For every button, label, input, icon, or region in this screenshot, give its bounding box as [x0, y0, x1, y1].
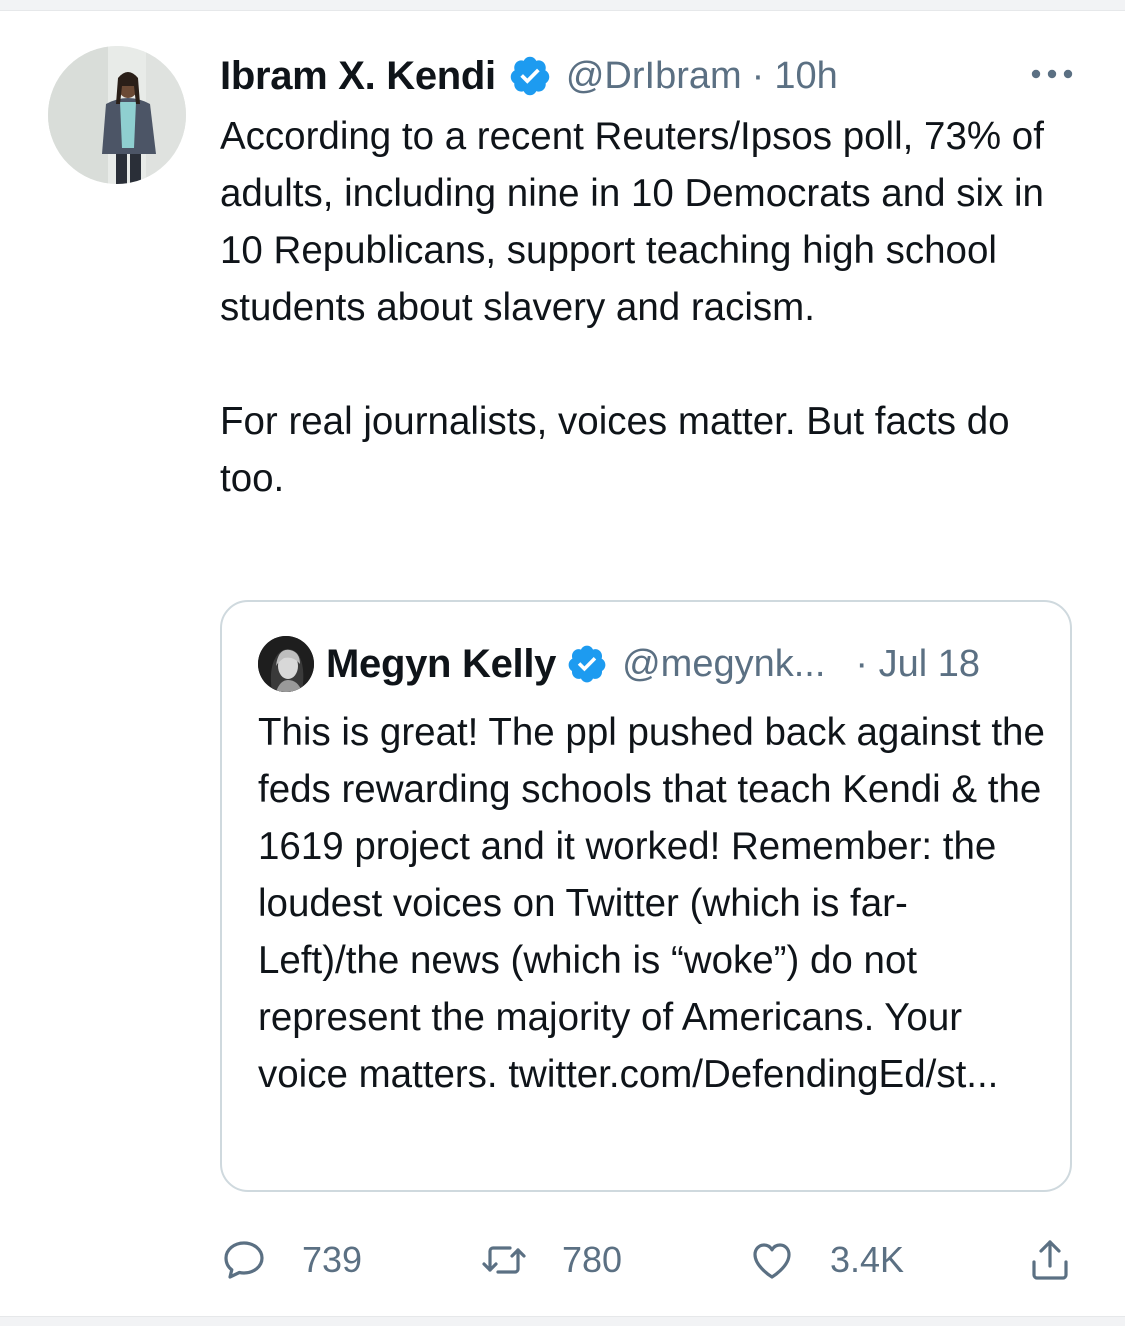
verified-badge-icon — [510, 56, 550, 96]
header-separator: · — [751, 54, 765, 97]
tweet-time[interactable]: 10h — [774, 55, 837, 98]
bottom-divider — [0, 1316, 1125, 1326]
profile-photo — [48, 46, 186, 184]
tweet-header: Ibram X. Kendi @DrIbram · 10h — [220, 48, 838, 104]
quoted-author-name: Megyn Kelly — [326, 641, 557, 686]
more-options-icon[interactable] — [1028, 62, 1076, 86]
quoted-author-avatar — [258, 636, 314, 692]
reply-count: 739 — [302, 1239, 363, 1280]
quoted-tweet-header: Megyn Kelly @megynk... · Jul 18 — [326, 636, 980, 692]
like-count: 3.4K — [830, 1239, 905, 1280]
reply-icon — [224, 1241, 264, 1279]
verified-badge-icon — [568, 645, 606, 683]
share-icon — [1032, 1240, 1068, 1280]
author-name[interactable]: Ibram X. Kendi — [220, 54, 496, 99]
quoted-author-handle: @megynk... — [622, 642, 826, 685]
quoted-profile-photo — [258, 636, 314, 692]
author-avatar[interactable] — [48, 46, 186, 184]
like-button[interactable]: 3.4K — [748, 1232, 904, 1288]
heart-icon — [753, 1243, 791, 1279]
quoted-tweet-text: This is great! The ppl pushed back again… — [258, 711, 1045, 1096]
tweet-action-bar: 739 780 3.4K — [220, 1232, 1080, 1288]
quoted-tweet-card[interactable]: Megyn Kelly @megynk... · Jul 18 This is … — [220, 600, 1072, 1192]
retweet-icon — [482, 1246, 526, 1274]
top-divider — [0, 0, 1125, 11]
reply-button[interactable]: 739 — [220, 1232, 362, 1288]
author-handle[interactable]: @DrIbram — [566, 55, 742, 98]
retweet-count: 780 — [562, 1239, 623, 1280]
quoted-tweet-date: · Jul 18 — [855, 642, 981, 685]
tweet-text: According to a recent Reuters/Ipsos poll… — [220, 115, 1044, 500]
share-button[interactable] — [1026, 1232, 1074, 1288]
retweet-button[interactable]: 780 — [480, 1232, 622, 1288]
